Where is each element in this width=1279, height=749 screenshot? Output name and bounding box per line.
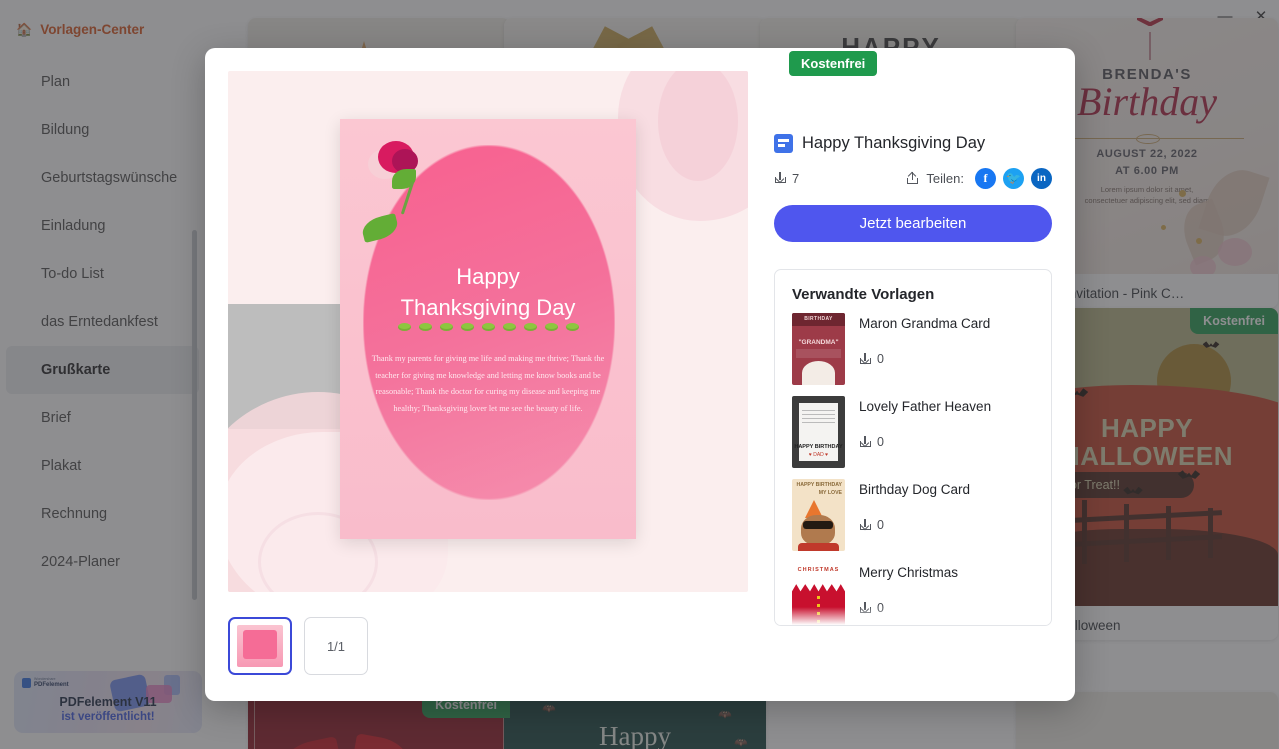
download-icon [859,352,872,366]
related-item-downloads: 0 [859,352,990,366]
card-heading: Happy Thanksgiving Day [340,261,636,323]
linkedin-share-icon[interactable]: in [1031,167,1052,189]
related-item-downloads: 0 [859,518,970,532]
twitter-share-icon[interactable]: 🐦 [1003,167,1024,189]
modal-free-badge: Kostenfrei [789,51,878,76]
related-item-name: Merry Christmas [859,565,959,580]
page-indicator: 1/1 [304,617,368,675]
related-item-name: Maron Grandma Card [859,316,991,331]
related-item-name: Lovely Father Heaven [859,399,992,414]
preview-card: Happy Thanksgiving Day Thank my parents … [340,119,636,539]
related-item-birthday-dog-card[interactable]: HAPPY BIRTHDAY MY LOVE Birthday Dog Card … [792,479,1034,551]
template-title-row: Happy Thanksgiving Day [774,134,1052,153]
related-item-lovely-father-heaven[interactable]: HAPPY BIRTHDAY ♥ DAD ♥ Lovely Father Heav… [792,396,1034,468]
related-item-thumbnail: HAPPY BIRTHDAY MY LOVE [792,479,845,551]
detail-pane: Happy Thanksgiving Day 7 Teilen: f 🐦 in … [774,88,1052,626]
related-list-fade [775,607,1051,625]
download-count: 7 [774,171,799,186]
card-heading-line-2: Thanksgiving Day [400,295,576,321]
share-icon [906,171,919,185]
thumbnail-image [237,625,283,667]
template-preview-pane[interactable]: Happy Thanksgiving Day Thank my parents … [228,71,748,592]
related-item-thumbnail: BIRTHDAY "GRANDMA" [792,313,845,385]
related-templates-panel: Verwandte Vorlagen BIRTHDAY "GRANDMA" Mar… [774,269,1052,626]
facebook-share-icon[interactable]: f [975,167,996,189]
related-item-download-count: 0 [877,518,884,532]
download-icon [774,171,787,185]
share-label: Teilen: [926,170,964,186]
edit-now-button[interactable]: Jetzt bearbeiten [774,205,1052,242]
related-templates-heading: Verwandte Vorlagen [792,286,935,303]
related-item-download-count: 0 [877,352,884,366]
share-group: Teilen: f 🐦 in [906,167,1052,189]
app-window: — ✕ 🏠 Vorlagen-Center Plan Bildung Gebur… [0,0,1279,749]
preview-thumbnail-row: 1/1 [228,617,368,675]
download-icon [859,518,872,532]
related-templates-list: BIRTHDAY"GRANDMA" Maron Grandma Card 0 [775,313,1051,625]
thumbnail-page-1[interactable] [228,617,292,675]
related-item-download-count: 0 [877,435,884,449]
related-item-maron-grandma-card[interactable]: BIRTHDAY "GRANDMA" Maron Grandma Card 0 [792,313,1034,385]
modal-close-icon[interactable]: ✕ [890,51,914,76]
related-item-name: Birthday Dog Card [859,482,971,497]
related-item-downloads: 0 [859,435,991,449]
template-title: Happy Thanksgiving Day [802,134,986,152]
template-detail-modal: Happy Thanksgiving Day Thank my parents … [205,48,1075,701]
download-count-value: 7 [792,170,800,186]
card-heading-line-1: Happy [456,264,520,289]
card-body-text: Thank my parents for giving me life and … [371,354,605,413]
card-bean-divider [340,323,636,331]
slides-document-icon [774,134,793,153]
template-meta-row: 7 Teilen: f 🐦 in [774,167,1052,189]
download-icon [859,435,872,449]
related-item-thumbnail: HAPPY BIRTHDAY ♥ DAD ♥ [792,396,845,468]
